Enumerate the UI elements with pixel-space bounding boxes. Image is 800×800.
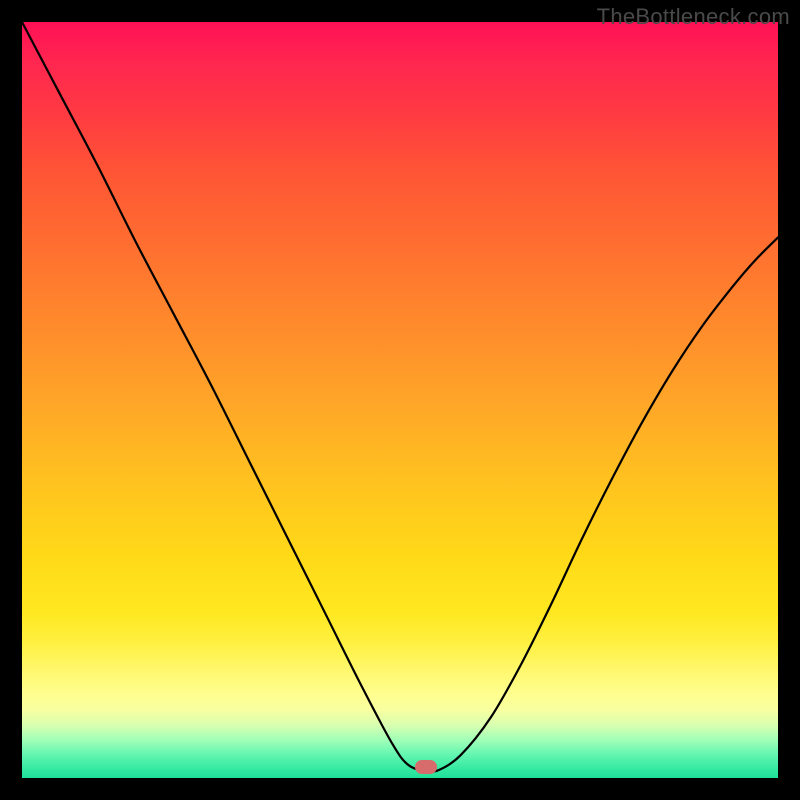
chart-plot-area — [22, 22, 778, 778]
chart-curve — [22, 22, 778, 778]
chart-marker — [415, 760, 437, 774]
watermark-text: TheBottleneck.com — [597, 4, 790, 30]
